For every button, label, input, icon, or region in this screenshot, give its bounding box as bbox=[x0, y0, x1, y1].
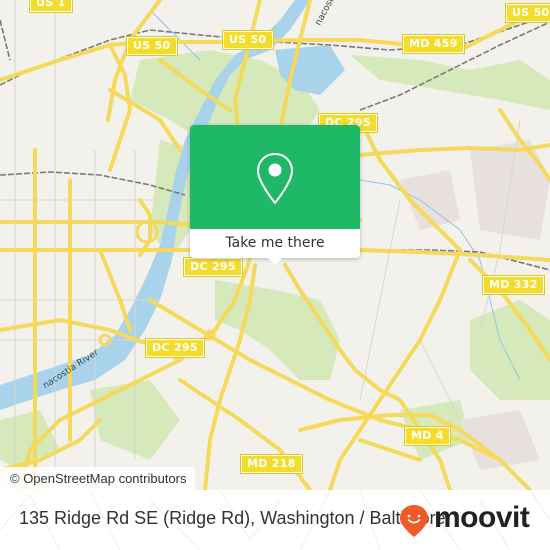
route-shield-us50: US 50 bbox=[126, 36, 178, 56]
stop-address: 135 Ridge Rd SE (Ridge Rd), Washington /… bbox=[19, 508, 446, 528]
map-pin-icon bbox=[256, 152, 294, 205]
route-shield-md459: MD 459 bbox=[402, 34, 465, 54]
route-shield-us1: US 1 bbox=[29, 0, 73, 13]
route-shield-us50: US 50 bbox=[505, 3, 550, 23]
route-shield-dc295: DC 295 bbox=[183, 257, 243, 277]
popup-pointer bbox=[267, 257, 283, 265]
map-attribution[interactable]: © OpenStreetMap contributors bbox=[0, 467, 195, 490]
moovit-pin-icon bbox=[400, 505, 428, 537]
route-shield-md332: MD 332 bbox=[482, 275, 545, 295]
take-me-there-button[interactable]: Take me there bbox=[190, 229, 360, 258]
route-shield-md4: MD 4 bbox=[404, 426, 451, 446]
popup-header bbox=[190, 125, 360, 229]
footer-bar: 135 Ridge Rd SE (Ridge Rd), Washington /… bbox=[0, 490, 550, 550]
map-view[interactable]: US 1 US 50 US 50 US 50 MD 459 DC 295 DC … bbox=[0, 0, 550, 490]
route-shield-dc295: DC 295 bbox=[145, 338, 205, 358]
moovit-wordmark: moovit bbox=[434, 501, 530, 534]
location-popup: Take me there bbox=[190, 125, 360, 265]
route-shield-md218: MD 218 bbox=[240, 454, 303, 474]
route-shield-us50: US 50 bbox=[222, 30, 274, 50]
